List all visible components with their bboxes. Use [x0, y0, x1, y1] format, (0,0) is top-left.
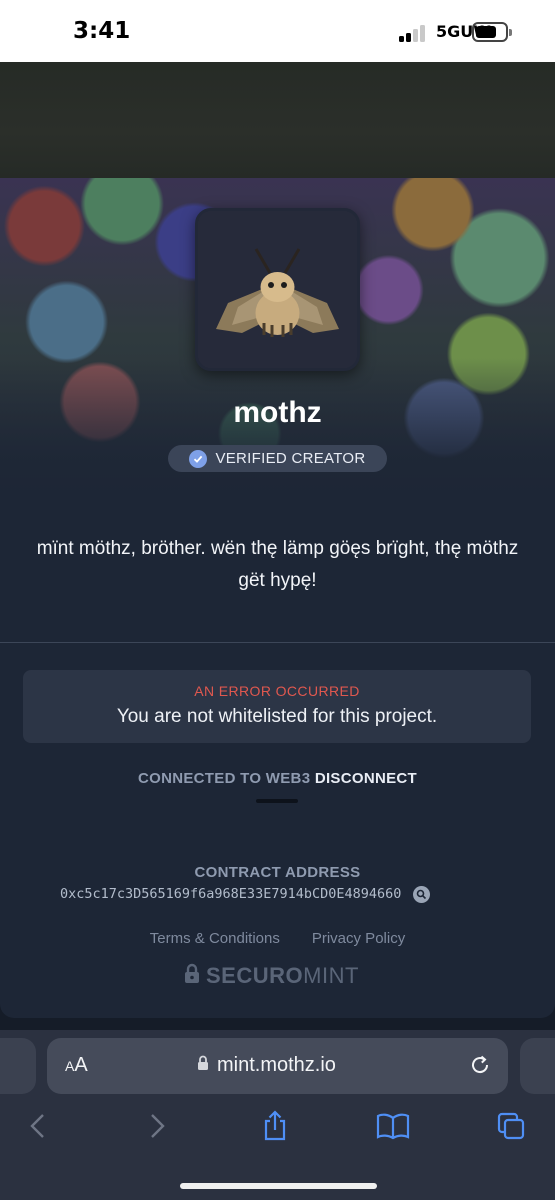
error-message: You are not whitelisted for this project…: [116, 706, 438, 727]
home-indicator: [180, 1183, 377, 1189]
forward-icon[interactable]: [139, 1108, 175, 1144]
lock-icon: [184, 963, 200, 989]
error-title: AN ERROR OCCURRED: [194, 683, 360, 699]
lock-icon: [197, 1055, 209, 1076]
project-name: mothz: [233, 396, 322, 429]
securomint-logo: SECUROMINT: [184, 963, 359, 989]
bookmarks-icon[interactable]: [375, 1108, 411, 1144]
address-bar[interactable]: AA mint.mothz.io: [47, 1038, 508, 1094]
share-icon[interactable]: [257, 1108, 293, 1144]
connection-status: CONNECTED TO WEB3 DISCONNECT: [0, 770, 555, 787]
contract-address[interactable]: 0xc5c17c3D565169f6a968E33E7914bCD0E48946…: [60, 886, 401, 902]
verified-check-icon: [189, 449, 208, 468]
verified-badge: VERIFIED CREATOR: [168, 445, 387, 472]
previous-tab-peek[interactable]: [0, 1038, 36, 1094]
connection-status-label: CONNECTED TO WEB3: [138, 770, 311, 787]
blurred-header: [0, 62, 555, 180]
signal-icon: [399, 24, 429, 42]
copy-search-icon[interactable]: [413, 885, 431, 903]
next-tab-peek[interactable]: [520, 1038, 555, 1094]
back-icon[interactable]: [20, 1108, 56, 1144]
reader-settings-button[interactable]: AA: [65, 1054, 88, 1077]
url-text: mint.mothz.io: [217, 1054, 336, 1076]
contract-address-label: CONTRACT ADDRESS: [194, 864, 361, 881]
project-description: mïnt möthz, bröther. wën thę lämp göęs b…: [36, 538, 519, 591]
terms-link[interactable]: Terms & Conditions: [150, 930, 280, 947]
error-alert: AN ERROR OCCURRED You are not whiteliste…: [23, 670, 531, 743]
project-avatar: [195, 208, 360, 371]
verified-badge-label: VERIFIED CREATOR: [215, 450, 366, 467]
divider: [0, 642, 555, 643]
tabs-icon[interactable]: [493, 1108, 529, 1144]
privacy-link[interactable]: Privacy Policy: [312, 930, 405, 947]
battery-icon: [472, 22, 512, 42]
status-bar: 3:41 5GUW: [0, 0, 555, 62]
footer-links: Terms & Conditions Privacy Policy: [0, 930, 555, 947]
disconnect-button[interactable]: DISCONNECT: [315, 770, 417, 787]
contract-address-row: 0xc5c17c3D565169f6a968E33E7914bCD0E48946…: [60, 884, 431, 904]
divider-pill: [256, 799, 298, 803]
reload-icon[interactable]: [467, 1052, 493, 1078]
status-time: 3:41: [73, 18, 131, 44]
url-display[interactable]: mint.mothz.io: [197, 1054, 336, 1077]
securomint-wordmark: SECUROMINT: [206, 963, 359, 988]
mint-card: mothz VERIFIED CREATOR mïnt möthz, bröth…: [0, 178, 555, 1018]
browser-nav-row: [0, 1108, 555, 1148]
